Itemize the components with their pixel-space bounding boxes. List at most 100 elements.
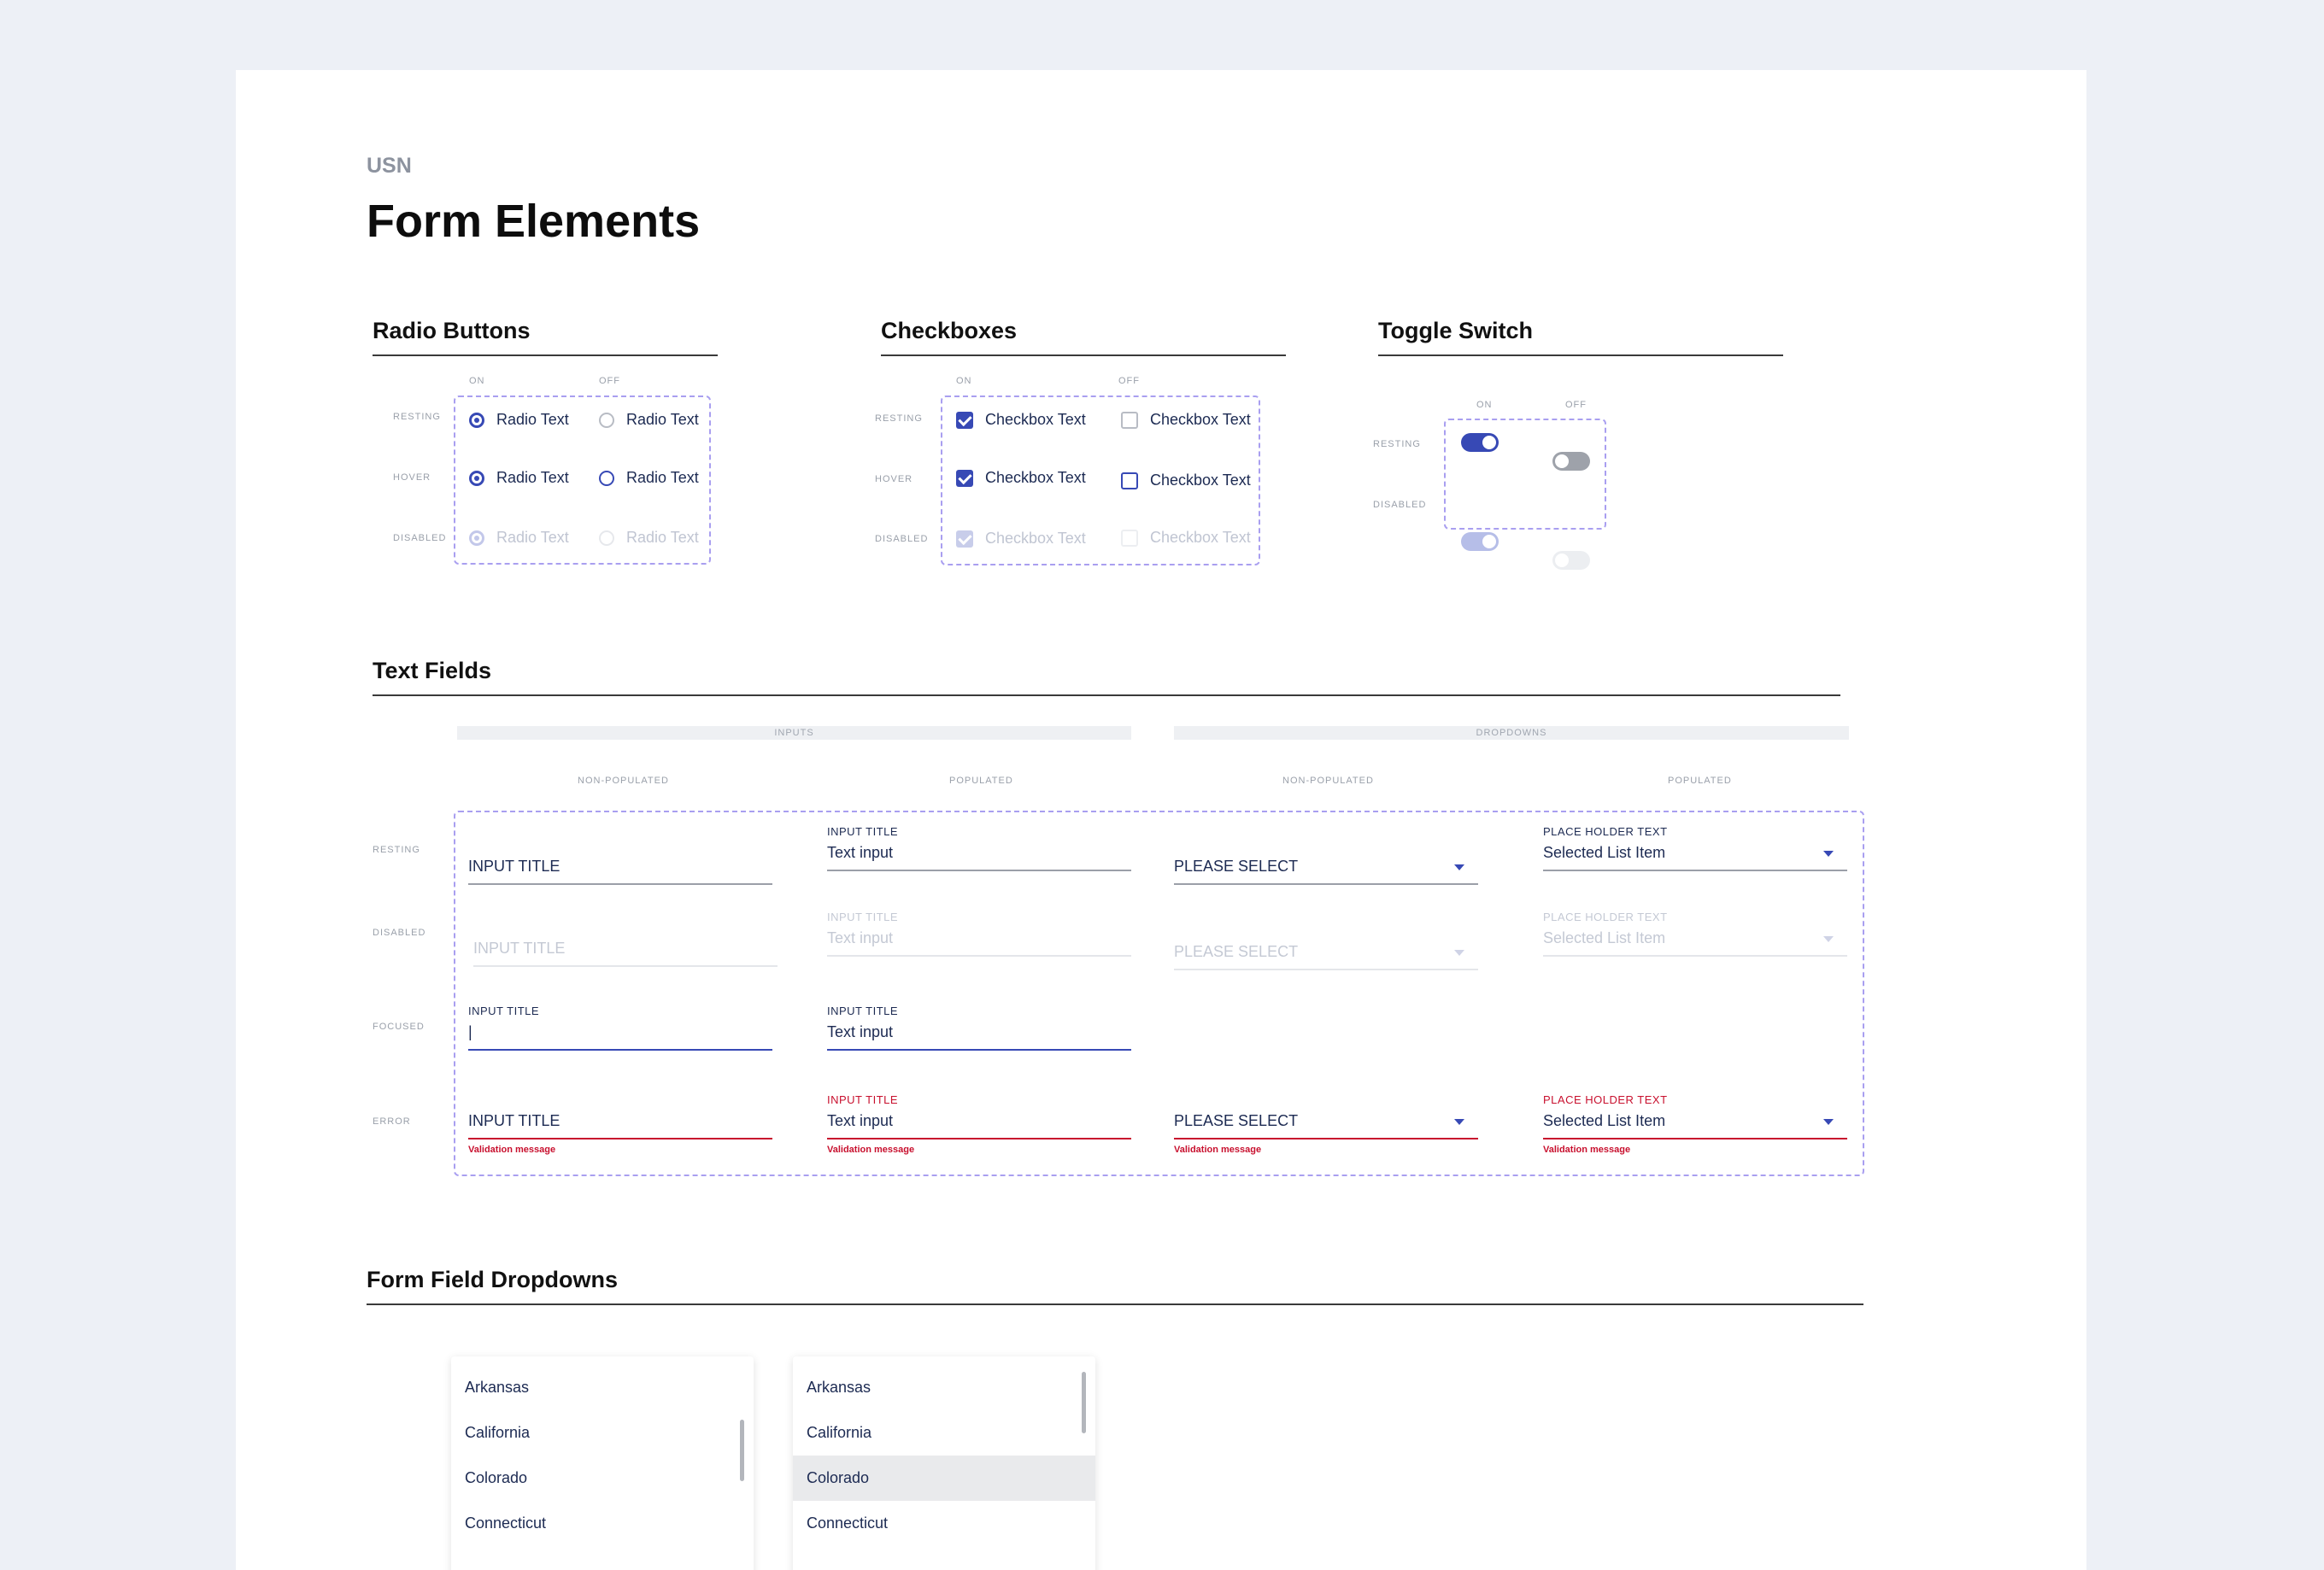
input-title: INPUT TITLE — [827, 825, 899, 838]
checkbox-label: Checkbox Text — [985, 530, 1086, 547]
col-label-inputs-nonpopulated: NON-POPULATED — [578, 776, 669, 786]
checkbox-col-on: ON — [956, 376, 972, 386]
list-item[interactable]: California — [793, 1410, 1095, 1456]
caret-down-icon — [1823, 851, 1834, 857]
input-underline — [827, 1049, 1131, 1051]
radio-label: Radio Text — [626, 469, 699, 486]
checkbox-resting-on[interactable]: Checkbox Text — [956, 411, 1086, 429]
radio-hover-off[interactable]: Radio Text — [599, 469, 699, 487]
validation-message: Validation message — [1543, 1145, 1631, 1155]
input-placeholder: INPUT TITLE — [468, 1112, 560, 1129]
checkbox-checked-icon — [956, 469, 973, 487]
page: USN Form Elements Radio Buttons ON OFF R… — [236, 70, 2086, 1570]
input-underline — [468, 1049, 772, 1051]
radio-hover-on[interactable]: Radio Text — [469, 469, 569, 487]
checkbox-unchecked-icon — [1121, 472, 1138, 489]
scrollbar-thumb[interactable] — [740, 1420, 744, 1481]
list-item-highlighted[interactable]: Colorado — [793, 1456, 1095, 1501]
checkbox-section-rule — [881, 354, 1286, 356]
radio-col-off: OFF — [599, 376, 620, 386]
row-label-error: ERROR — [373, 1116, 411, 1127]
page-title: Form Elements — [367, 196, 701, 247]
checkbox-row-hover: HOVER — [875, 474, 913, 484]
radio-label: Radio Text — [626, 529, 699, 546]
checkbox-unchecked-icon — [1121, 529, 1138, 547]
radio-row-resting: RESTING — [393, 412, 441, 422]
radio-row-hover: HOVER — [393, 472, 431, 483]
toggle-disabled-off — [1552, 551, 1590, 570]
input-value: Text input — [827, 929, 894, 946]
radio-row-disabled: DISABLED — [393, 533, 447, 543]
caret-down-icon — [1823, 936, 1834, 942]
checkbox-section-title: Checkboxes — [881, 318, 1018, 343]
dropdown-title: PLACE HOLDER TEXT — [1543, 825, 1668, 838]
radio-unselected-icon — [599, 412, 614, 428]
checkbox-resting-off[interactable]: Checkbox Text — [1121, 411, 1251, 429]
dropdown-placeholder: PLEASE SELECT — [1174, 943, 1299, 960]
toggle-resting-on[interactable] — [1461, 433, 1499, 452]
scrollbar-thumb[interactable] — [1082, 1372, 1086, 1433]
row-label-focused: FOCUSED — [373, 1022, 425, 1032]
radio-col-on: ON — [469, 376, 485, 386]
dropdown-underline — [1174, 969, 1478, 970]
checkbox-hover-on[interactable]: Checkbox Text — [956, 469, 1086, 487]
dropdown-value: Selected List Item — [1543, 844, 1666, 861]
col-label-inputs-populated: POPULATED — [949, 776, 1013, 786]
toggle-section-title: Toggle Switch — [1378, 318, 1533, 343]
radio-resting-on[interactable]: Radio Text — [469, 411, 569, 429]
toggle-section-rule — [1378, 354, 1783, 356]
radio-selected-icon — [469, 470, 484, 486]
validation-message: Validation message — [1174, 1145, 1262, 1155]
input-underline — [468, 883, 772, 885]
radio-resting-off[interactable]: Radio Text — [599, 411, 699, 429]
textfields-section-title: Text Fields — [373, 658, 492, 683]
dropdowns-section-title: Form Field Dropdowns — [367, 1267, 618, 1292]
toggle-row-disabled: DISABLED — [1373, 500, 1427, 510]
input-title: INPUT TITLE — [827, 1005, 899, 1017]
input-underline — [473, 965, 778, 967]
toggle-col-off: OFF — [1565, 400, 1587, 410]
input-title: INPUT TITLE — [827, 1093, 899, 1106]
list-item[interactable]: Arkansas — [451, 1365, 754, 1410]
toggle-row-resting: RESTING — [1373, 439, 1421, 449]
caret-down-icon — [1454, 950, 1464, 956]
dropdowns-band: DROPDOWNS — [1174, 726, 1849, 740]
dropdowns-section-rule — [367, 1303, 1863, 1305]
caret-down-icon — [1823, 1119, 1834, 1125]
text-cursor: | — [468, 1023, 472, 1040]
input-underline — [827, 1138, 1131, 1139]
radio-label: Radio Text — [496, 411, 569, 428]
checkbox-hover-off[interactable]: Checkbox Text — [1121, 472, 1251, 489]
dropdown-underline — [1174, 883, 1478, 885]
dropdown-underline — [1543, 870, 1847, 871]
col-label-dropdowns-nonpopulated: NON-POPULATED — [1282, 776, 1374, 786]
radio-label: Radio Text — [626, 411, 699, 428]
checkbox-label: Checkbox Text — [1150, 529, 1251, 546]
input-title: INPUT TITLE — [827, 911, 899, 923]
radio-section-title: Radio Buttons — [373, 318, 531, 343]
list-item[interactable]: Connecticut — [451, 1501, 754, 1546]
list-item[interactable]: Arkansas — [793, 1365, 1095, 1410]
radio-unselected-icon — [599, 470, 614, 486]
dropdown-list-2[interactable]: Arkansas California Colorado Connecticut — [793, 1356, 1095, 1570]
radio-section-rule — [373, 354, 718, 356]
list-item[interactable]: Colorado — [451, 1456, 754, 1501]
input-underline — [827, 870, 1131, 871]
dropdown-value: Selected List Item — [1543, 1112, 1666, 1129]
row-label-resting: RESTING — [373, 845, 420, 855]
row-label-disabled: DISABLED — [373, 928, 426, 938]
checkbox-unchecked-icon — [1121, 411, 1138, 429]
checkbox-label: Checkbox Text — [985, 469, 1086, 486]
radio-unselected-icon — [599, 530, 614, 546]
input-title: INPUT TITLE — [468, 1005, 540, 1017]
checkbox-disabled-off: Checkbox Text — [1121, 529, 1251, 547]
inputs-band: INPUTS — [457, 726, 1131, 740]
radio-disabled-off: Radio Text — [599, 529, 699, 547]
toggle-disabled-on — [1461, 532, 1499, 551]
textfields-section-rule — [373, 694, 1840, 696]
checkbox-label: Checkbox Text — [1150, 411, 1251, 428]
dropdown-list-1[interactable]: Arkansas California Colorado Connecticut — [451, 1356, 754, 1570]
list-item[interactable]: Connecticut — [793, 1501, 1095, 1546]
toggle-resting-off[interactable] — [1552, 452, 1590, 471]
list-item[interactable]: California — [451, 1410, 754, 1456]
